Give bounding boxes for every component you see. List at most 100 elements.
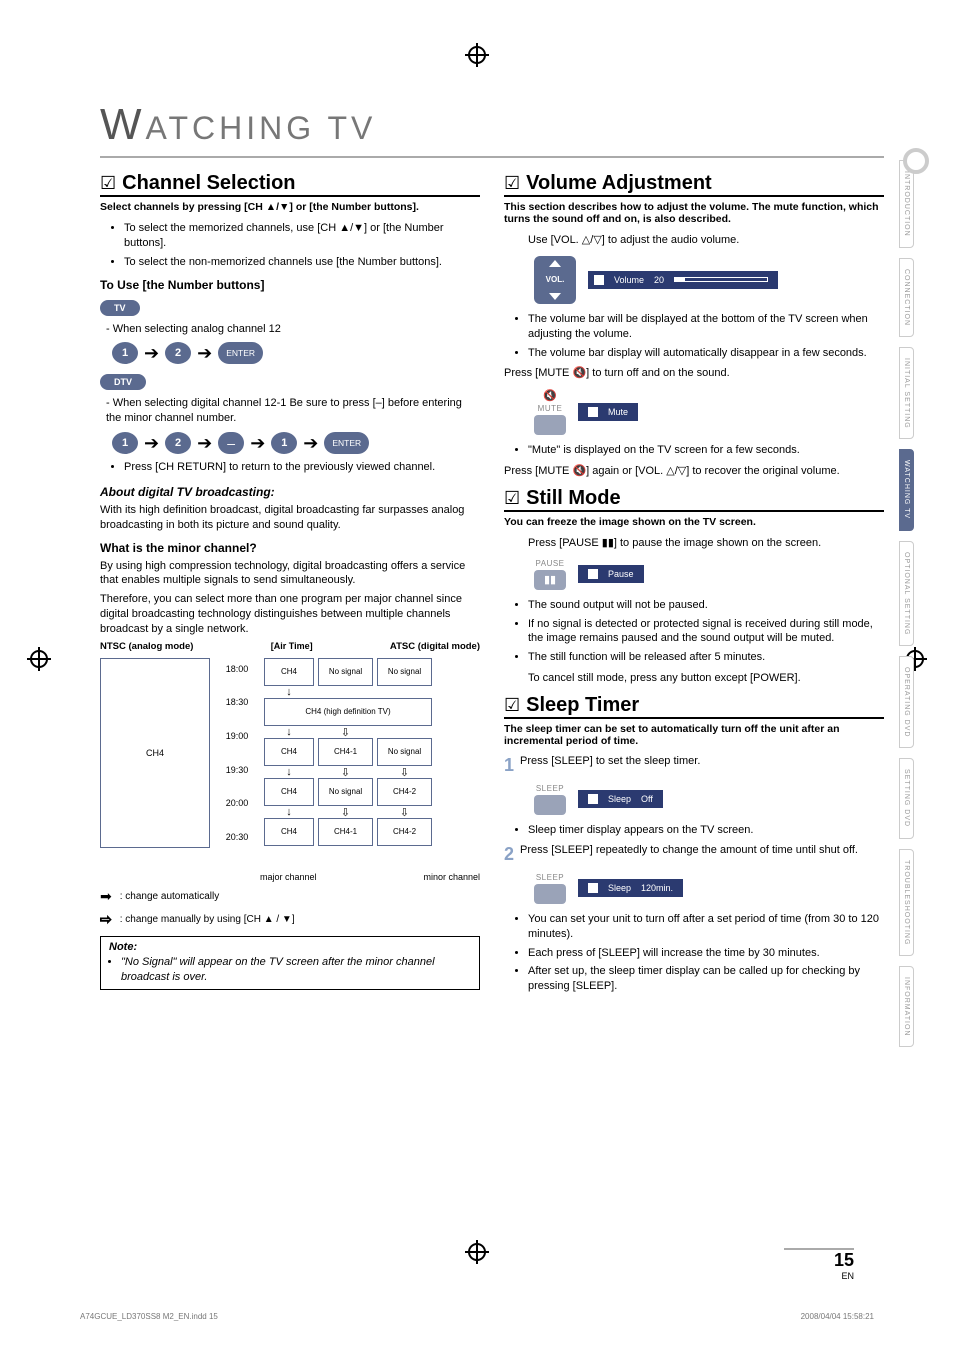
section-sleep-timer: ☑ Sleep Timer <box>504 694 884 719</box>
registration-mark <box>30 650 48 668</box>
osd-volume-label: Volume <box>614 275 644 285</box>
dtv-pill: DTV <box>100 374 146 390</box>
note-title: Note: <box>109 941 471 953</box>
major-channel-label: major channel <box>260 872 317 882</box>
pause-widget: PAUSE ▮▮ Pause <box>534 559 884 590</box>
mute-osd-label: Mute <box>608 407 628 417</box>
atsc-cell: CH4-1 <box>318 738 373 766</box>
time-label: 18:00 <box>214 664 260 674</box>
pause-icon: ▮▮ <box>534 570 566 590</box>
num-button-1: 1 <box>112 342 138 364</box>
side-tab: OPERATING DVD <box>899 656 914 748</box>
section-title: Volume Adjustment <box>526 172 712 195</box>
atsc-block: CH4 No signal No signal ↓ CH4 (high defi… <box>264 658 434 868</box>
volume-track <box>674 277 768 282</box>
enter-button: ENTER <box>324 432 369 454</box>
sleep-button-icon: SLEEP <box>534 784 566 815</box>
section-subtitle: This section describes how to adjust the… <box>504 201 884 225</box>
left-column: ☑ Channel Selection Select channels by p… <box>100 164 480 1000</box>
side-tab: WATCHING TV <box>899 449 914 530</box>
solid-arrow-icon: ➡ <box>100 888 112 905</box>
mute-recover: Press [MUTE 🔇] again or [VOL. △/▽] to re… <box>504 464 884 479</box>
arrow-icon: ➔ <box>140 343 163 364</box>
volume-button-icon: VOL. <box>534 256 576 304</box>
outline-arrow-icon: ⇨ <box>100 911 112 928</box>
mute-button-icon: 🔇 MUTE <box>534 389 566 435</box>
title-underline <box>100 156 884 158</box>
atsc-hdtv-cell: CH4 (high definition TV) <box>264 698 432 726</box>
ntsc-label: NTSC (analog mode) <box>100 641 193 652</box>
bullet: "Mute" is displayed on the TV screen for… <box>528 443 884 458</box>
sleep-osd-120: Sleep 120min. <box>578 879 683 897</box>
bullet: If no signal is detected or protected si… <box>528 617 884 647</box>
step2-text: Press [SLEEP] repeatedly to change the a… <box>520 844 884 865</box>
airtime-label: [Air Time] <box>271 641 313 652</box>
print-footer: A74GCUE_LD370SS8 M2_EN.indd 15 2008/04/0… <box>80 1312 874 1321</box>
checkbox-icon: ☑ <box>100 173 116 194</box>
number-buttons-head: To Use [the Number buttons] <box>100 278 480 292</box>
arrow-icon: ➔ <box>246 433 269 454</box>
sleep-osd-off: Sleep Off <box>578 790 663 808</box>
atsc-cell: CH4-1 <box>318 818 373 846</box>
tv-pill: TV <box>100 300 140 316</box>
time-label: 18:30 <box>214 697 260 707</box>
mute-osd: Mute <box>578 403 638 421</box>
section-title: Sleep Timer <box>526 694 639 717</box>
step-number-2: 2 <box>504 844 514 865</box>
about-broadcasting-head: About digital TV broadcasting: <box>100 485 480 499</box>
footer-left: A74GCUE_LD370SS8 M2_EN.indd 15 <box>80 1312 218 1321</box>
side-tab: CONNECTION <box>899 258 914 337</box>
atsc-cell: CH4 <box>264 738 314 766</box>
volume-widget: VOL. Volume 20 <box>534 256 884 304</box>
side-tab: SETTING DVD <box>899 758 914 838</box>
speaker-icon <box>594 275 604 285</box>
bullet: To select the non-memorized channels use… <box>124 255 480 270</box>
analog-line: When selecting analog channel 12 <box>106 322 480 337</box>
side-tab: TROUBLESHOOTING <box>899 849 914 956</box>
mute-icon: 🔇 <box>543 389 557 402</box>
sleep-osd-value: Off <box>641 794 653 804</box>
page-title: W ATCHING TV <box>100 100 884 150</box>
sleep-osd-icon <box>588 883 598 893</box>
note-item: "No Signal" will appear on the TV screen… <box>121 955 471 985</box>
side-tab: OPTIONAL SETTING <box>899 541 914 646</box>
volume-use-line: Use [VOL. △/▽] to adjust the audio volum… <box>528 233 884 248</box>
section-still-mode: ☑ Still Mode <box>504 487 884 512</box>
arrow-icon: ➔ <box>140 433 163 454</box>
bullet: You can set your unit to turn off after … <box>528 912 884 942</box>
atsc-cell: CH4-2 <box>377 778 432 806</box>
section-subtitle: The sleep timer can be set to automatica… <box>504 723 884 747</box>
atsc-cell: No signal <box>318 658 373 686</box>
mute-press: Press [MUTE 🔇] to turn off and on the so… <box>504 366 884 381</box>
section-volume: ☑ Volume Adjustment <box>504 172 884 197</box>
atsc-cell: CH4 <box>264 818 314 846</box>
minor-channel-label: minor channel <box>423 872 480 882</box>
legend-auto: : change automatically <box>120 891 220 902</box>
checkbox-icon: ☑ <box>504 695 520 716</box>
side-tab: INFORMATION <box>899 966 914 1047</box>
pause-osd-label: Pause <box>608 569 634 579</box>
sleep-osd-icon <box>588 794 598 804</box>
sleep-osd-label: Sleep <box>608 794 631 804</box>
button-sequence-analog: 1 ➔ 2 ➔ ENTER <box>112 342 480 364</box>
sleep-button-icon: SLEEP <box>534 873 566 904</box>
page-number: 15 EN <box>784 1248 854 1281</box>
footer-right: 2008/04/04 15:58:21 <box>801 1312 874 1321</box>
time-axis: 18:0018:3019:0019:3020:0020:30 <box>214 658 260 848</box>
checkbox-icon: ☑ <box>504 488 520 509</box>
pause-osd-icon <box>588 569 598 579</box>
arrow-icon: ➔ <box>299 433 322 454</box>
bullet: After set up, the sleep timer display ca… <box>528 964 884 994</box>
num-button-2: 2 <box>165 432 191 454</box>
time-label: 19:30 <box>214 765 260 775</box>
section-title: Still Mode <box>526 487 620 510</box>
minor-p2: Therefore, you can select more than one … <box>100 592 480 637</box>
manual-page: INTRODUCTIONCONNECTIONINITIAL SETTINGWAT… <box>0 0 954 1351</box>
legend-manual: : change manually by using [CH ▲ / ▼] <box>120 914 295 925</box>
minor-channel-head: What is the minor channel? <box>100 541 480 555</box>
time-label: 20:00 <box>214 798 260 808</box>
still-press: Press [PAUSE ▮▮] to pause the image show… <box>528 536 884 551</box>
bullet: To select the memorized channels, use [C… <box>124 221 480 251</box>
time-label: 20:30 <box>214 832 260 842</box>
ntsc-block: CH4 <box>100 658 210 848</box>
